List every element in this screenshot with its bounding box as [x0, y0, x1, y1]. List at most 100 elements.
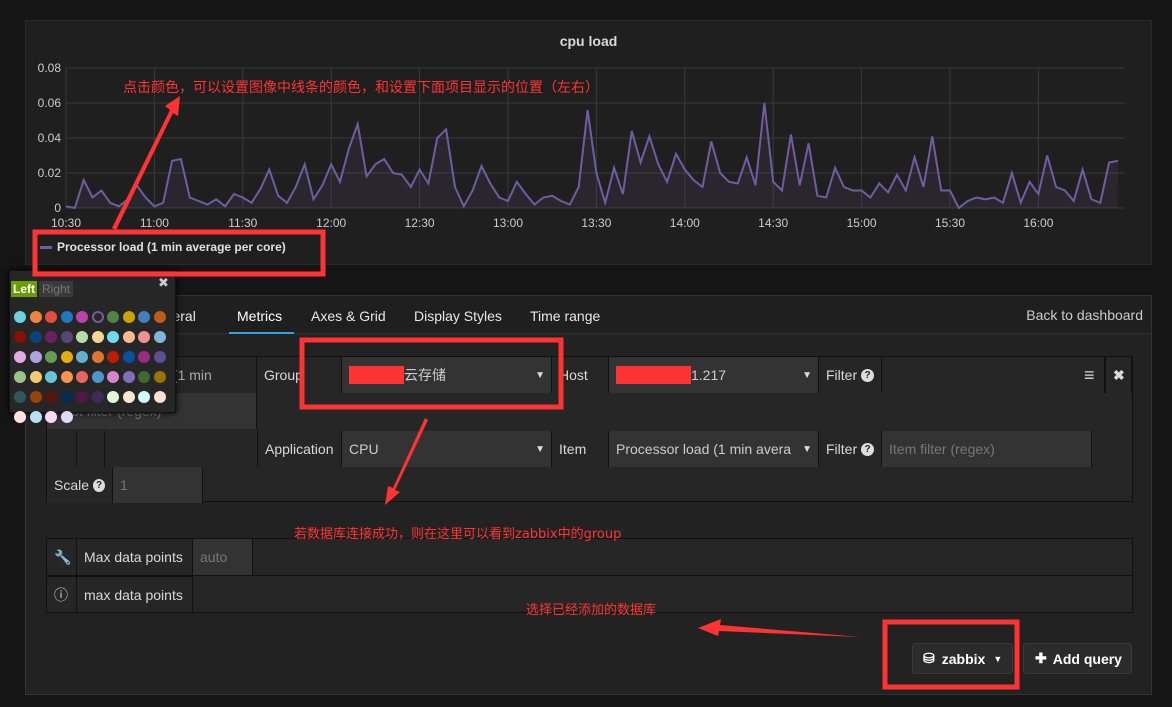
color-swatch[interactable]: [14, 411, 26, 423]
color-swatch[interactable]: [153, 371, 166, 383]
color-swatch[interactable]: [76, 371, 88, 383]
help-icon[interactable]: ?: [93, 478, 105, 492]
color-swatch[interactable]: [153, 351, 166, 363]
color-swatch[interactable]: [29, 391, 42, 403]
tab-time-range[interactable]: Time range: [530, 308, 600, 324]
color-swatch[interactable]: [107, 331, 119, 343]
menu-icon[interactable]: ≡: [1077, 357, 1105, 393]
annotation-note: 若数据库连接成功，则在这里可以看到zabbix中的group: [294, 527, 622, 542]
caret-down-icon: ▼: [993, 653, 1003, 664]
color-swatch[interactable]: [122, 391, 135, 403]
color-swatch[interactable]: [14, 331, 26, 343]
color-swatch[interactable]: [138, 391, 150, 403]
item-filter-label: Filter?: [819, 431, 882, 467]
color-swatch[interactable]: [29, 351, 42, 363]
color-swatch[interactable]: [14, 391, 26, 403]
close-icon[interactable]: ✖: [158, 275, 169, 291]
x-tick-label: 15:00: [847, 216, 877, 230]
color-swatch[interactable]: [138, 311, 150, 323]
color-swatch[interactable]: [91, 331, 104, 343]
color-swatch[interactable]: [60, 311, 73, 323]
max-data-points-label: Max data points: [77, 539, 193, 575]
item-label: Item: [552, 431, 609, 467]
tab-axes-grid[interactable]: Axes & Grid: [311, 308, 386, 324]
active-tab-indicator: [229, 332, 294, 334]
redacted: [616, 366, 691, 384]
scale-input[interactable]: 1: [113, 467, 203, 503]
panel-editor: General Metrics Axes & Grid Display Styl…: [25, 295, 1152, 695]
wrench-icon: 🔧: [47, 539, 77, 575]
remove-query-icon[interactable]: ✖: [1105, 357, 1132, 393]
color-swatch[interactable]: [107, 351, 119, 363]
color-swatch[interactable]: [122, 331, 135, 343]
tab-metrics[interactable]: Metrics: [237, 308, 282, 324]
y-tick-label: 0: [54, 201, 61, 215]
color-swatch[interactable]: [107, 391, 119, 403]
color-swatch[interactable]: [60, 331, 73, 343]
color-swatch[interactable]: [138, 351, 150, 363]
color-swatch[interactable]: [60, 411, 73, 423]
item-select[interactable]: Processor load (1 min avera ▼: [609, 431, 819, 467]
legend-color-swatch[interactable]: [40, 245, 52, 249]
color-swatch[interactable]: [91, 351, 104, 363]
color-swatch[interactable]: [60, 371, 73, 383]
caret-down-icon: ▼: [802, 369, 812, 381]
legend-right-button[interactable]: Right: [39, 281, 74, 297]
color-swatch[interactable]: [45, 351, 57, 363]
host-select[interactable]: 1.217 ▼: [609, 357, 819, 393]
help-icon[interactable]: ?: [861, 442, 874, 456]
color-swatch[interactable]: [153, 391, 166, 403]
color-swatch[interactable]: [45, 331, 57, 343]
color-swatch[interactable]: [153, 331, 166, 343]
color-swatch[interactable]: [14, 351, 26, 363]
color-swatch[interactable]: [76, 331, 88, 343]
add-query-button[interactable]: ✚ Add query: [1023, 643, 1132, 674]
color-swatch[interactable]: [91, 371, 104, 383]
color-swatch[interactable]: [14, 371, 26, 383]
color-swatch[interactable]: [45, 411, 57, 423]
back-to-dashboard-link[interactable]: Back to dashboard: [1026, 307, 1143, 323]
color-swatch[interactable]: [153, 311, 166, 323]
color-swatch[interactable]: [45, 391, 57, 403]
help-icon[interactable]: ?: [861, 368, 874, 382]
color-swatch[interactable]: [91, 391, 104, 403]
color-swatch[interactable]: [76, 311, 88, 323]
color-swatch[interactable]: [107, 311, 119, 323]
group-select[interactable]: 云存储 ▼: [342, 357, 552, 393]
caret-down-icon: ▼: [535, 369, 545, 381]
y-tick-label: 0.02: [38, 166, 62, 180]
color-swatch[interactable]: [107, 371, 119, 383]
color-swatch[interactable]: [45, 311, 57, 323]
x-tick-label: 13:00: [493, 216, 523, 230]
x-tick-label: 12:30: [405, 216, 435, 230]
x-tick-label: 13:30: [581, 216, 611, 230]
color-swatch[interactable]: [60, 351, 73, 363]
max-data-points-input[interactable]: auto: [193, 539, 253, 575]
color-swatch[interactable]: [45, 371, 57, 383]
legend-item[interactable]: Processor load (1 min average per core): [40, 240, 286, 254]
application-select[interactable]: CPU ▼: [342, 431, 552, 467]
color-swatch[interactable]: [91, 311, 104, 323]
color-swatch[interactable]: [14, 311, 26, 323]
item-filter-input[interactable]: Item filter (regex): [882, 431, 1092, 467]
host-label: Host: [552, 357, 609, 393]
legend-left-button[interactable]: Left: [11, 281, 37, 297]
color-swatch[interactable]: [29, 331, 42, 343]
color-swatch[interactable]: [122, 371, 135, 383]
color-swatch[interactable]: [122, 351, 135, 363]
color-swatch[interactable]: [29, 411, 42, 423]
color-swatch[interactable]: [29, 371, 42, 383]
color-swatch[interactable]: [138, 371, 150, 383]
redacted: [349, 366, 404, 384]
color-swatch[interactable]: [76, 391, 88, 403]
color-swatch[interactable]: [60, 391, 73, 403]
color-swatch[interactable]: [122, 311, 135, 323]
color-swatch[interactable]: [76, 351, 88, 363]
tab-display-styles[interactable]: Display Styles: [414, 308, 502, 324]
info-icon: ⓘ: [47, 576, 77, 612]
color-swatch[interactable]: [29, 311, 42, 323]
x-tick-label: 15:30: [935, 216, 965, 230]
y-tick-label: 0.06: [38, 96, 62, 110]
datasource-select[interactable]: ⛁ zabbix ▼: [912, 643, 1013, 674]
color-swatch[interactable]: [138, 331, 150, 343]
